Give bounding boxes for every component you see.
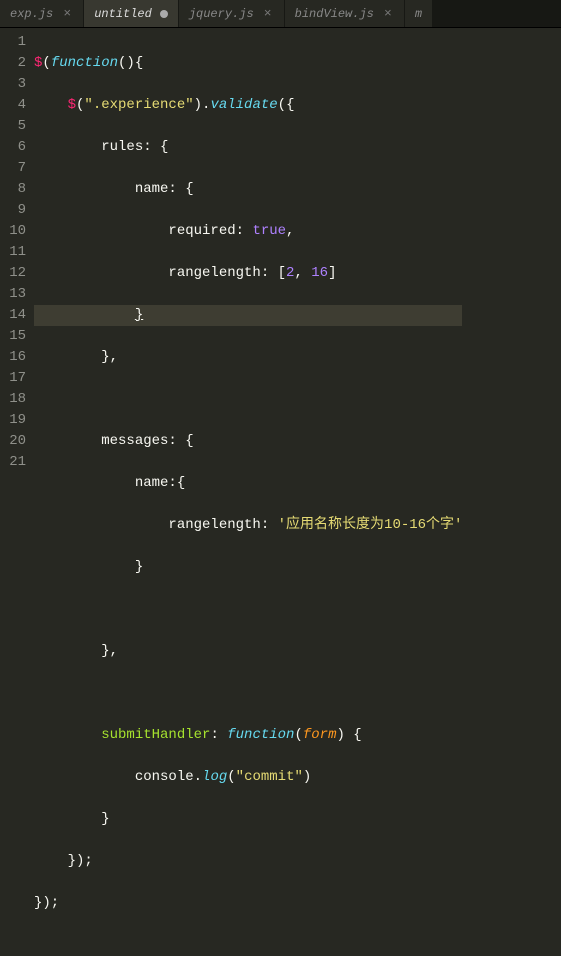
editor[interactable]: 1 2 3 4 5 6 7 8 9 10 11 12 13 14 15 16 1… — [0, 28, 561, 601]
code-line[interactable]: messages: { — [34, 431, 462, 452]
code-line[interactable]: }); — [34, 893, 462, 914]
line-number: 11 — [4, 242, 26, 263]
line-number: 21 — [4, 452, 26, 473]
line-number: 10 — [4, 221, 26, 242]
code-line[interactable]: $(function(){ — [34, 53, 462, 74]
line-number: 13 — [4, 284, 26, 305]
code-line[interactable]: console.log("commit") — [34, 767, 462, 788]
tab-jquery-js[interactable]: jquery.js × — [179, 0, 285, 27]
code-line[interactable]: submitHandler: function(form) { — [34, 725, 462, 746]
code-line[interactable]: } — [34, 809, 462, 830]
tab-label: exp.js — [10, 7, 53, 21]
line-number: 20 — [4, 431, 26, 452]
code-line[interactable]: }, — [34, 347, 462, 368]
line-number: 16 — [4, 347, 26, 368]
tab-bar: exp.js × untitled jquery.js × bindView.j… — [0, 0, 561, 28]
line-number: 14 — [4, 305, 26, 326]
line-number: 15 — [4, 326, 26, 347]
code-line[interactable]: $(".experience").validate({ — [34, 95, 462, 116]
code-line[interactable]: required: true, — [34, 221, 462, 242]
line-number-gutter: 1 2 3 4 5 6 7 8 9 10 11 12 13 14 15 16 1… — [0, 28, 34, 601]
code-line[interactable]: name:{ — [34, 473, 462, 494]
tab-bindview-js[interactable]: bindView.js × — [285, 0, 405, 27]
line-number: 8 — [4, 179, 26, 200]
line-number: 2 — [4, 53, 26, 74]
tab-untitled[interactable]: untitled — [84, 0, 179, 27]
tab-m[interactable]: m — [405, 0, 433, 27]
line-number: 19 — [4, 410, 26, 431]
code-line[interactable]: rangelength: [2, 16] — [34, 263, 462, 284]
close-icon[interactable]: × — [382, 6, 394, 21]
code-line[interactable]: } — [34, 557, 462, 578]
line-number: 17 — [4, 368, 26, 389]
line-number: 3 — [4, 74, 26, 95]
line-number: 18 — [4, 389, 26, 410]
tab-exp-js[interactable]: exp.js × — [0, 0, 84, 27]
line-number: 4 — [4, 95, 26, 116]
code-line[interactable]: rangelength: '应用名称长度为10-16个字' — [34, 515, 462, 536]
line-number: 7 — [4, 158, 26, 179]
tab-label: untitled — [94, 7, 152, 21]
code-line[interactable] — [34, 389, 462, 410]
code-area[interactable]: $(function(){ $(".experience").validate(… — [34, 28, 462, 601]
dirty-indicator-icon — [160, 10, 168, 18]
line-number: 6 — [4, 137, 26, 158]
code-line[interactable]: }); — [34, 851, 462, 872]
code-line[interactable]: name: { — [34, 179, 462, 200]
tab-label: m — [415, 7, 422, 21]
close-icon[interactable]: × — [262, 6, 274, 21]
code-line[interactable] — [34, 683, 462, 704]
code-line[interactable]: }, — [34, 641, 462, 662]
code-line[interactable]: rules: { — [34, 137, 462, 158]
line-number: 12 — [4, 263, 26, 284]
line-number: 9 — [4, 200, 26, 221]
code-line[interactable] — [34, 599, 462, 620]
code-line[interactable]: } — [34, 305, 462, 326]
tab-label: bindView.js — [295, 7, 374, 21]
close-icon[interactable]: × — [61, 6, 73, 21]
tab-label: jquery.js — [189, 7, 254, 21]
line-number: 5 — [4, 116, 26, 137]
line-number: 1 — [4, 32, 26, 53]
